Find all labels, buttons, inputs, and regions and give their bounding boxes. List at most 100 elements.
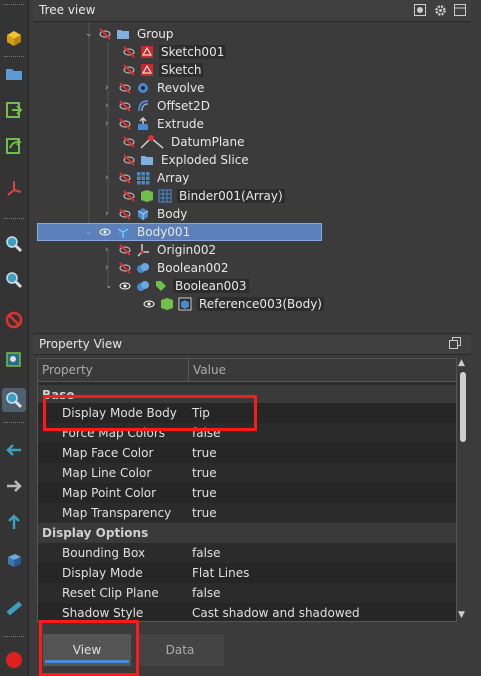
zoom-fit-button[interactable] bbox=[2, 232, 26, 256]
chevron-right-icon[interactable]: › bbox=[105, 119, 115, 129]
chevron-down-icon[interactable]: ⌄ bbox=[85, 227, 95, 237]
chevron-right-icon[interactable]: › bbox=[105, 209, 115, 219]
property-value[interactable]: true bbox=[192, 446, 217, 460]
eye-icon[interactable] bbox=[117, 278, 133, 294]
tree-item-offset2d[interactable]: › Offset2D bbox=[105, 97, 212, 115]
property-row[interactable]: Shadow Style Cast shadow and shadowed bbox=[38, 603, 456, 621]
property-row[interactable]: Map Face Color true bbox=[38, 443, 456, 463]
tab-data[interactable]: Data bbox=[136, 634, 224, 666]
chevron-right-icon[interactable]: › bbox=[105, 173, 115, 183]
scroll-up-icon[interactable]: ▲ bbox=[458, 358, 465, 368]
measure-button[interactable] bbox=[2, 596, 26, 620]
scroll-down-icon[interactable]: ▼ bbox=[458, 610, 465, 620]
export-button[interactable] bbox=[2, 134, 26, 158]
up-button[interactable] bbox=[2, 510, 26, 534]
tree-item-label: Binder001(Array) bbox=[177, 189, 285, 203]
eye-icon[interactable] bbox=[141, 296, 157, 312]
chevron-right-icon[interactable]: › bbox=[105, 245, 115, 255]
tree-item-sketch[interactable]: Sketch bbox=[119, 61, 204, 79]
property-value[interactable]: Flat Lines bbox=[192, 566, 249, 580]
tree-item-label: Body001 bbox=[137, 225, 191, 239]
tree-item-body[interactable]: › Body bbox=[105, 205, 189, 223]
chevron-right-icon[interactable]: › bbox=[105, 83, 115, 93]
property-value[interactable]: false bbox=[192, 586, 221, 600]
property-value[interactable]: true bbox=[192, 506, 217, 520]
tree-item-revolve[interactable]: › Revolve bbox=[105, 79, 206, 97]
eye-icon[interactable] bbox=[97, 224, 113, 240]
axis-button[interactable] bbox=[2, 176, 26, 200]
property-row[interactable]: Display Mode Flat Lines bbox=[38, 563, 456, 583]
zoom-in-button[interactable] bbox=[2, 268, 26, 292]
chevron-right-icon[interactable]: › bbox=[105, 263, 115, 273]
chevron-right-icon[interactable]: › bbox=[105, 101, 115, 111]
offset-icon bbox=[135, 98, 151, 114]
array-icon bbox=[157, 188, 173, 204]
hidden-eye-icon[interactable] bbox=[117, 170, 133, 186]
gear-icon[interactable] bbox=[433, 3, 447, 17]
forward-button[interactable] bbox=[2, 474, 26, 498]
property-row[interactable]: Bounding Box false bbox=[38, 543, 456, 563]
zoom-selection-button[interactable] bbox=[2, 388, 26, 412]
property-scrollbar[interactable]: ▲ ▼ bbox=[457, 358, 469, 620]
view-box-button[interactable] bbox=[2, 348, 26, 372]
tree-item-origin002[interactable]: › Origin002 bbox=[105, 241, 218, 259]
tab-view[interactable]: View bbox=[43, 634, 131, 666]
record-icon bbox=[6, 652, 22, 668]
box-icon bbox=[7, 31, 21, 46]
tree-item-boolean003[interactable]: ⌄ Boolean003 bbox=[105, 277, 249, 295]
property-row[interactable]: Reset Clip Plane false bbox=[38, 583, 456, 603]
folder-button[interactable] bbox=[2, 62, 26, 86]
chevron-down-icon[interactable]: ⌄ bbox=[105, 281, 115, 291]
property-row[interactable]: Force Map Colors false bbox=[38, 423, 456, 443]
float-panel-icon[interactable] bbox=[449, 337, 461, 352]
property-value[interactable]: true bbox=[192, 486, 217, 500]
property-value[interactable]: Cast shadow and shadowed bbox=[192, 606, 360, 620]
hidden-eye-icon[interactable] bbox=[121, 188, 137, 204]
property-name: Map Transparency bbox=[62, 506, 172, 520]
column-header-property[interactable]: Property bbox=[42, 363, 93, 377]
tree-item-datumplane[interactable]: DatumPlane bbox=[119, 133, 247, 151]
record-button[interactable] bbox=[2, 648, 26, 672]
hidden-eye-icon[interactable] bbox=[117, 98, 133, 114]
property-value[interactable]: true bbox=[192, 466, 217, 480]
property-value[interactable]: false bbox=[192, 546, 221, 560]
hidden-eye-icon[interactable] bbox=[117, 80, 133, 96]
hidden-eye-icon[interactable] bbox=[117, 206, 133, 222]
toolbar-separator bbox=[4, 56, 24, 59]
property-row[interactable]: Map Transparency true bbox=[38, 503, 456, 523]
hidden-eye-icon[interactable] bbox=[121, 44, 137, 60]
property-row[interactable]: Map Line Color true bbox=[38, 463, 456, 483]
property-row[interactable]: Display Mode Body Tip bbox=[38, 403, 456, 423]
cube-button[interactable] bbox=[2, 548, 26, 572]
hidden-eye-icon[interactable] bbox=[117, 116, 133, 132]
tree-item-extrude[interactable]: › Extrude bbox=[105, 115, 206, 133]
import-button[interactable] bbox=[2, 98, 26, 122]
property-group-base[interactable]: Base bbox=[38, 385, 456, 405]
hidden-eye-icon[interactable] bbox=[97, 26, 113, 42]
part-box-button[interactable] bbox=[2, 26, 26, 50]
property-value[interactable]: Tip bbox=[192, 406, 210, 420]
sync-view-icon[interactable] bbox=[413, 3, 427, 17]
no-entry-button[interactable] bbox=[2, 308, 26, 332]
property-value[interactable]: false bbox=[192, 426, 221, 440]
hidden-eye-icon[interactable] bbox=[121, 134, 137, 150]
tree-item-array[interactable]: › Array bbox=[105, 169, 191, 187]
hidden-eye-icon[interactable] bbox=[117, 260, 133, 276]
tree-item-reference003[interactable]: Reference003(Body) bbox=[139, 295, 324, 313]
tree-item-body001[interactable]: ⌄ Body001 bbox=[85, 223, 192, 241]
chevron-down-icon[interactable]: ⌄ bbox=[85, 29, 95, 39]
tree-item-sketch001[interactable]: Sketch001 bbox=[119, 43, 227, 61]
hidden-eye-icon[interactable] bbox=[121, 152, 137, 168]
property-group-display-options[interactable]: Display Options bbox=[38, 523, 456, 543]
hidden-eye-icon[interactable] bbox=[117, 242, 133, 258]
property-row[interactable]: Map Point Color true bbox=[38, 483, 456, 503]
tree-item-exploded-slice[interactable]: Exploded Slice bbox=[119, 151, 251, 169]
column-header-value[interactable]: Value bbox=[188, 359, 226, 381]
back-button[interactable] bbox=[2, 438, 26, 462]
float-panel-icon[interactable] bbox=[453, 3, 467, 17]
tree-item-binder001[interactable]: Binder001(Array) bbox=[119, 187, 285, 205]
scrollbar-thumb[interactable] bbox=[460, 372, 466, 442]
tree-item-boolean002[interactable]: › Boolean002 bbox=[105, 259, 231, 277]
tree-item-group[interactable]: ⌄ Group bbox=[85, 25, 176, 43]
hidden-eye-icon[interactable] bbox=[121, 62, 137, 78]
